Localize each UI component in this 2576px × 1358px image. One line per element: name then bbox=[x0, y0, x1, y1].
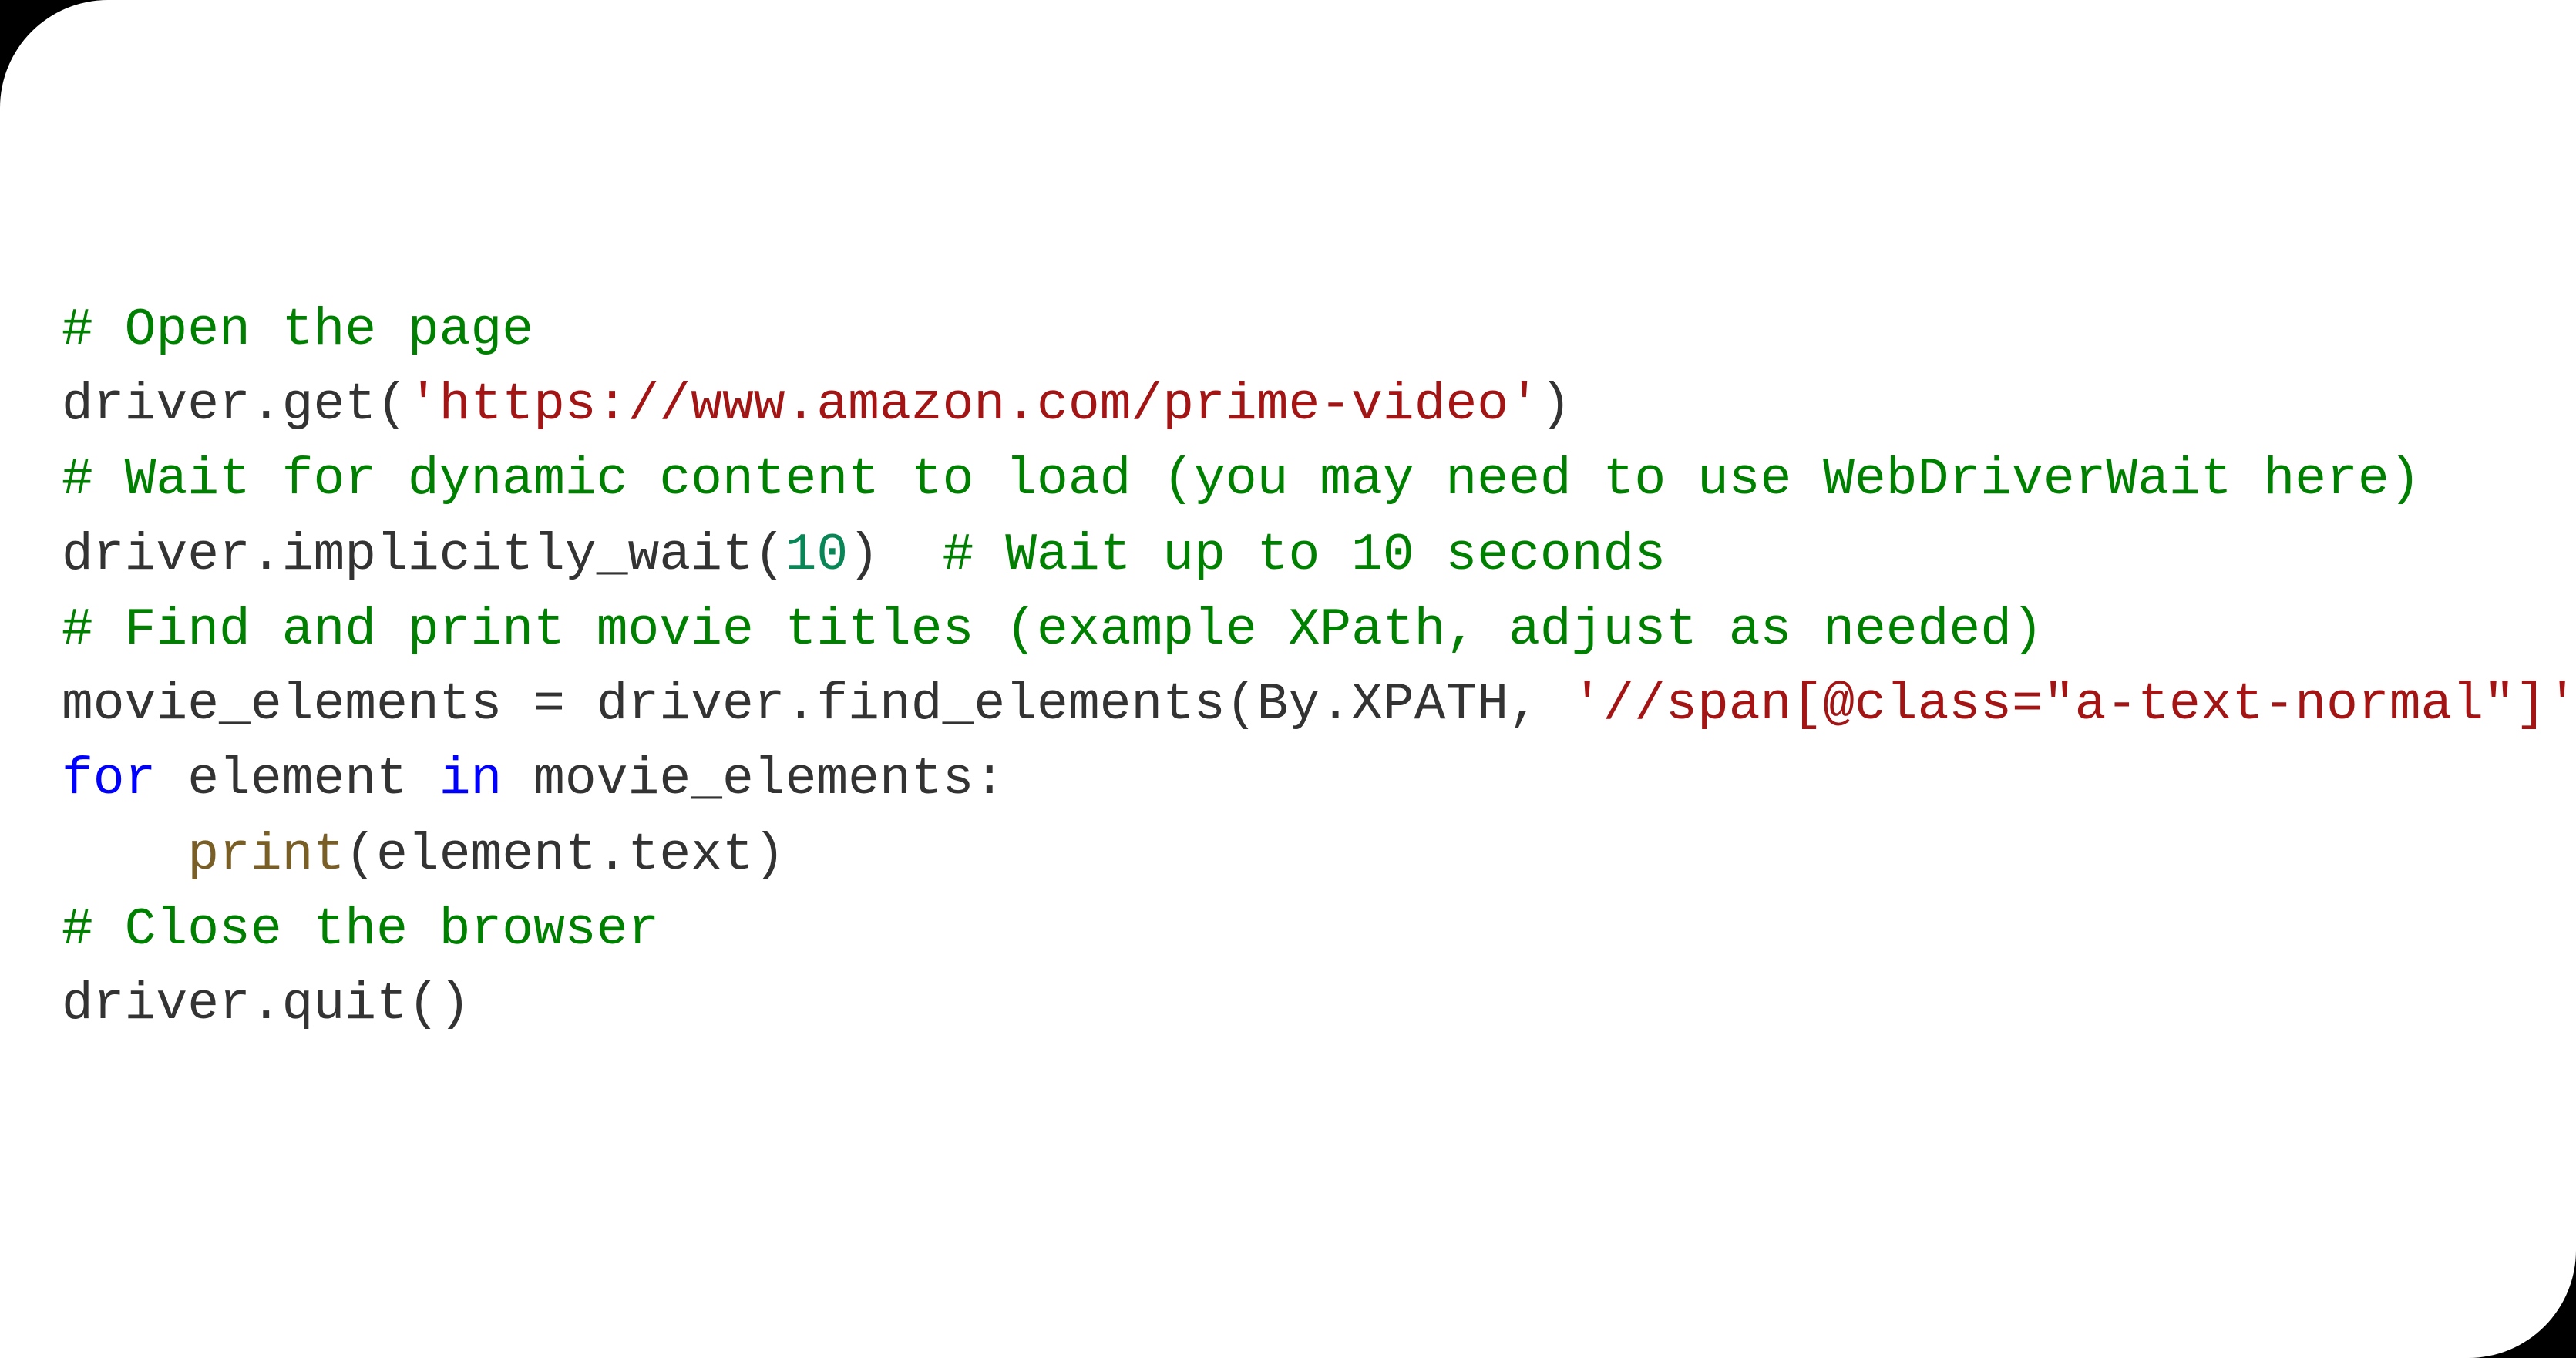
code-token: print bbox=[187, 825, 345, 885]
code-token: # Open the page bbox=[62, 301, 533, 360]
code-token: # Wait for dynamic content to load (you … bbox=[62, 450, 2421, 509]
slide: # Open the page driver.get('https://www.a… bbox=[0, 0, 2576, 1358]
code-token: ) bbox=[1540, 375, 1572, 435]
code-line: # Wait for dynamic content to load (you … bbox=[62, 442, 2514, 517]
code-token: in bbox=[439, 750, 503, 809]
code-line: driver.get('https://www.amazon.com/prime… bbox=[62, 368, 2514, 442]
code-line: movie_elements = driver.find_elements(By… bbox=[62, 667, 2514, 742]
code-line: # Close the browser bbox=[62, 892, 2514, 967]
code-token: ) bbox=[848, 526, 942, 585]
code-token: movie_elements = driver.find_elements(By… bbox=[62, 675, 1572, 734]
code-line: # Open the page bbox=[62, 293, 2514, 368]
code-token: element bbox=[156, 750, 439, 809]
code-line: driver.implicitly_wait(10) # Wait up to … bbox=[62, 518, 2514, 593]
code-token: # Close the browser bbox=[62, 900, 659, 960]
code-token: driver.implicitly_wait( bbox=[62, 526, 785, 585]
code-token: # Wait up to 10 seconds bbox=[943, 526, 1666, 585]
code-token: driver.get( bbox=[62, 375, 408, 435]
code-block: # Open the page driver.get('https://www.a… bbox=[62, 293, 2514, 1042]
code-line: print(element.text) bbox=[62, 818, 2514, 892]
code-line: for element in movie_elements: bbox=[62, 742, 2514, 817]
code-token bbox=[62, 825, 187, 885]
code-token: for bbox=[62, 750, 156, 809]
code-token: 'https://www.amazon.com/prime-video' bbox=[408, 375, 1540, 435]
code-token: 10 bbox=[785, 526, 849, 585]
code-token: # Find and print movie titles (example X… bbox=[62, 600, 2043, 660]
code-token: (element.text) bbox=[345, 825, 785, 885]
code-token: movie_elements: bbox=[502, 750, 1005, 809]
code-line: # Find and print movie titles (example X… bbox=[62, 593, 2514, 667]
code-line: driver.quit() bbox=[62, 967, 2514, 1042]
code-token: driver.quit() bbox=[62, 975, 471, 1034]
code-token: '//span[@class="a-text-normal"]' bbox=[1572, 675, 2576, 734]
